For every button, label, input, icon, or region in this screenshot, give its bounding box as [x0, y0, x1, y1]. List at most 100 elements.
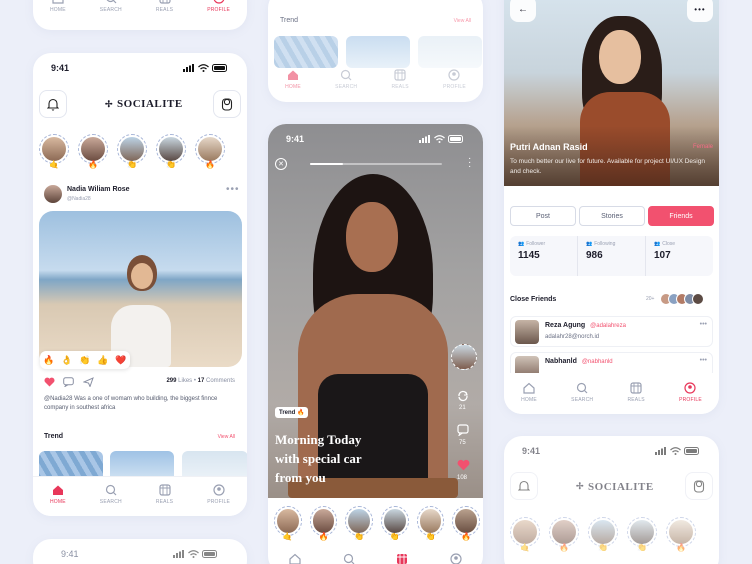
nav-reals-label: REALS [391, 84, 409, 90]
like-heart-icon[interactable] [44, 377, 55, 387]
search-icon [106, 0, 117, 4]
story-avatar[interactable]: 🔥 [195, 134, 225, 169]
more-icon[interactable]: · · · [468, 154, 472, 172]
trend-image[interactable] [274, 36, 338, 68]
friend-email: adalahr28@norch.id [545, 334, 600, 340]
trend-tag[interactable]: Trend 🔥 [275, 407, 309, 418]
nav-search[interactable]: SEARCH [335, 69, 357, 90]
nav-profile[interactable] [450, 553, 462, 564]
nav-reals[interactable]: REALS [156, 0, 173, 13]
bottom-left-card: 9:41 [33, 539, 247, 564]
view-all-link[interactable]: View All [454, 18, 471, 24]
story-avatar[interactable]: 🤙 [510, 517, 540, 552]
reel-author-avatar[interactable] [451, 344, 477, 370]
friend-more-icon[interactable]: ••• [700, 357, 707, 364]
share-icon[interactable] [83, 377, 94, 387]
trend-title: Trend [280, 17, 299, 24]
back-button[interactable]: ← [510, 0, 536, 22]
nav-home[interactable]: HOME [521, 382, 537, 403]
nav-search[interactable]: SEARCH [100, 484, 122, 505]
story-avatar[interactable]: 🔥 [78, 134, 108, 169]
story-avatar[interactable]: 🔥 [549, 517, 579, 552]
nav-profile[interactable]: PROFILE [679, 382, 702, 403]
story-fire-icon: 🔥 [205, 160, 215, 169]
nav-reals-label: REALS [155, 7, 174, 13]
nav-home[interactable]: HOME [285, 69, 301, 90]
search-icon [343, 553, 355, 564]
comment-icon[interactable] [457, 424, 469, 436]
progress-fill [310, 163, 343, 165]
user-icon [221, 97, 233, 111]
nav-home[interactable] [289, 553, 301, 564]
friend-avatar [515, 320, 539, 344]
reaction-fire[interactable]: 🔥 [43, 355, 54, 366]
bottom-nav: HOME SEARCH REALS PROFILE [504, 382, 719, 403]
nav-home[interactable]: HOME [50, 0, 66, 13]
post-more-icon[interactable]: ••• [226, 184, 240, 195]
reaction-heart[interactable]: ❤️ [115, 355, 126, 366]
share-icon[interactable] [457, 390, 469, 402]
nav-reals[interactable]: REALS [627, 382, 645, 403]
trend-image[interactable] [346, 36, 410, 68]
friend-row[interactable]: Reza Agung @adalahreza adalahr28@norch.i… [510, 316, 713, 347]
story-avatar[interactable]: 🔥 [309, 506, 338, 541]
close-button[interactable]: ✕ [275, 158, 287, 170]
nav-home[interactable]: HOME [50, 484, 66, 505]
story-avatar[interactable]: 🔥 [452, 506, 481, 541]
nav-profile-label: PROFILE [207, 7, 230, 13]
stat-follower: 👥 Follower 1145 [510, 236, 578, 276]
nav-reals[interactable]: REALS [391, 69, 409, 90]
stat-label: Following [594, 241, 616, 247]
post-stats: 299 Likes • 17 Comments [166, 378, 235, 384]
profile-button[interactable] [213, 90, 241, 118]
close-friends-avatars[interactable] [660, 293, 704, 305]
story-avatar[interactable]: 👏 [156, 134, 186, 169]
bottom-nav: HOME SEARCH REALS PROFILE [33, 484, 247, 505]
notification-button[interactable] [39, 90, 67, 118]
tab-stories[interactable]: Stories [579, 206, 645, 226]
reaction-ok[interactable]: 👌 [61, 355, 72, 366]
story-avatar[interactable]: 🔥 [666, 517, 696, 552]
nav-search[interactable] [343, 553, 355, 564]
nav-profile[interactable]: PROFILE [443, 69, 466, 90]
profile-button[interactable] [685, 472, 713, 500]
story-avatar[interactable]: 🤙 [274, 506, 302, 541]
bell-icon [518, 480, 530, 491]
story-avatar[interactable]: 👏 [117, 134, 147, 169]
comment-icon[interactable] [63, 377, 74, 387]
nav-search[interactable]: SEARCH [571, 382, 593, 403]
friend-more-icon[interactable]: ••• [700, 321, 707, 328]
menu-button[interactable]: ••• [687, 0, 713, 22]
nav-search[interactable]: SEARCH [100, 0, 122, 13]
post-author-avatar[interactable] [44, 185, 62, 203]
notification-button[interactable] [510, 472, 538, 500]
post-image[interactable] [39, 211, 242, 367]
profile-bio: To much better our live for future. Avai… [510, 158, 705, 175]
nav-profile[interactable]: PROFILE [207, 484, 230, 505]
users-icon: 👥 [518, 241, 525, 247]
nav-profile[interactable]: PROFILE [207, 0, 230, 13]
story-avatar[interactable]: 🤙 [39, 134, 69, 169]
view-all-link[interactable]: View All [218, 434, 235, 440]
trend-image[interactable] [418, 36, 482, 68]
story-avatar[interactable]: 👏 [381, 506, 409, 541]
reaction-clap[interactable]: 👏 [79, 355, 90, 366]
story-avatar[interactable]: 👏 [416, 506, 445, 541]
nav-reals[interactable]: REALS [156, 484, 173, 505]
story-fire-icon: 👏 [598, 543, 608, 552]
story-avatar[interactable]: 👏 [588, 517, 618, 552]
reaction-thumb[interactable]: 👍 [97, 355, 108, 366]
tab-friends[interactable]: Friends [648, 206, 714, 226]
story-fire-icon: 🔥 [318, 532, 329, 541]
story-avatar[interactable]: 👏 [627, 517, 657, 552]
nav-reals[interactable] [396, 553, 408, 564]
like-heart-icon[interactable] [457, 459, 470, 471]
logo-mark-icon: ✢ [576, 481, 585, 491]
tab-post[interactable]: Post [510, 206, 576, 226]
profile-icon [212, 484, 225, 496]
bottom-nav: HOME SEARCH REALS PROFILE [33, 0, 247, 13]
post-author-name[interactable]: Nadia Wiliam Rose [67, 186, 130, 193]
story-avatar[interactable]: 👏 [345, 506, 374, 541]
like-count: 108 [457, 475, 468, 481]
story-fire-icon: 👏 [389, 532, 400, 541]
